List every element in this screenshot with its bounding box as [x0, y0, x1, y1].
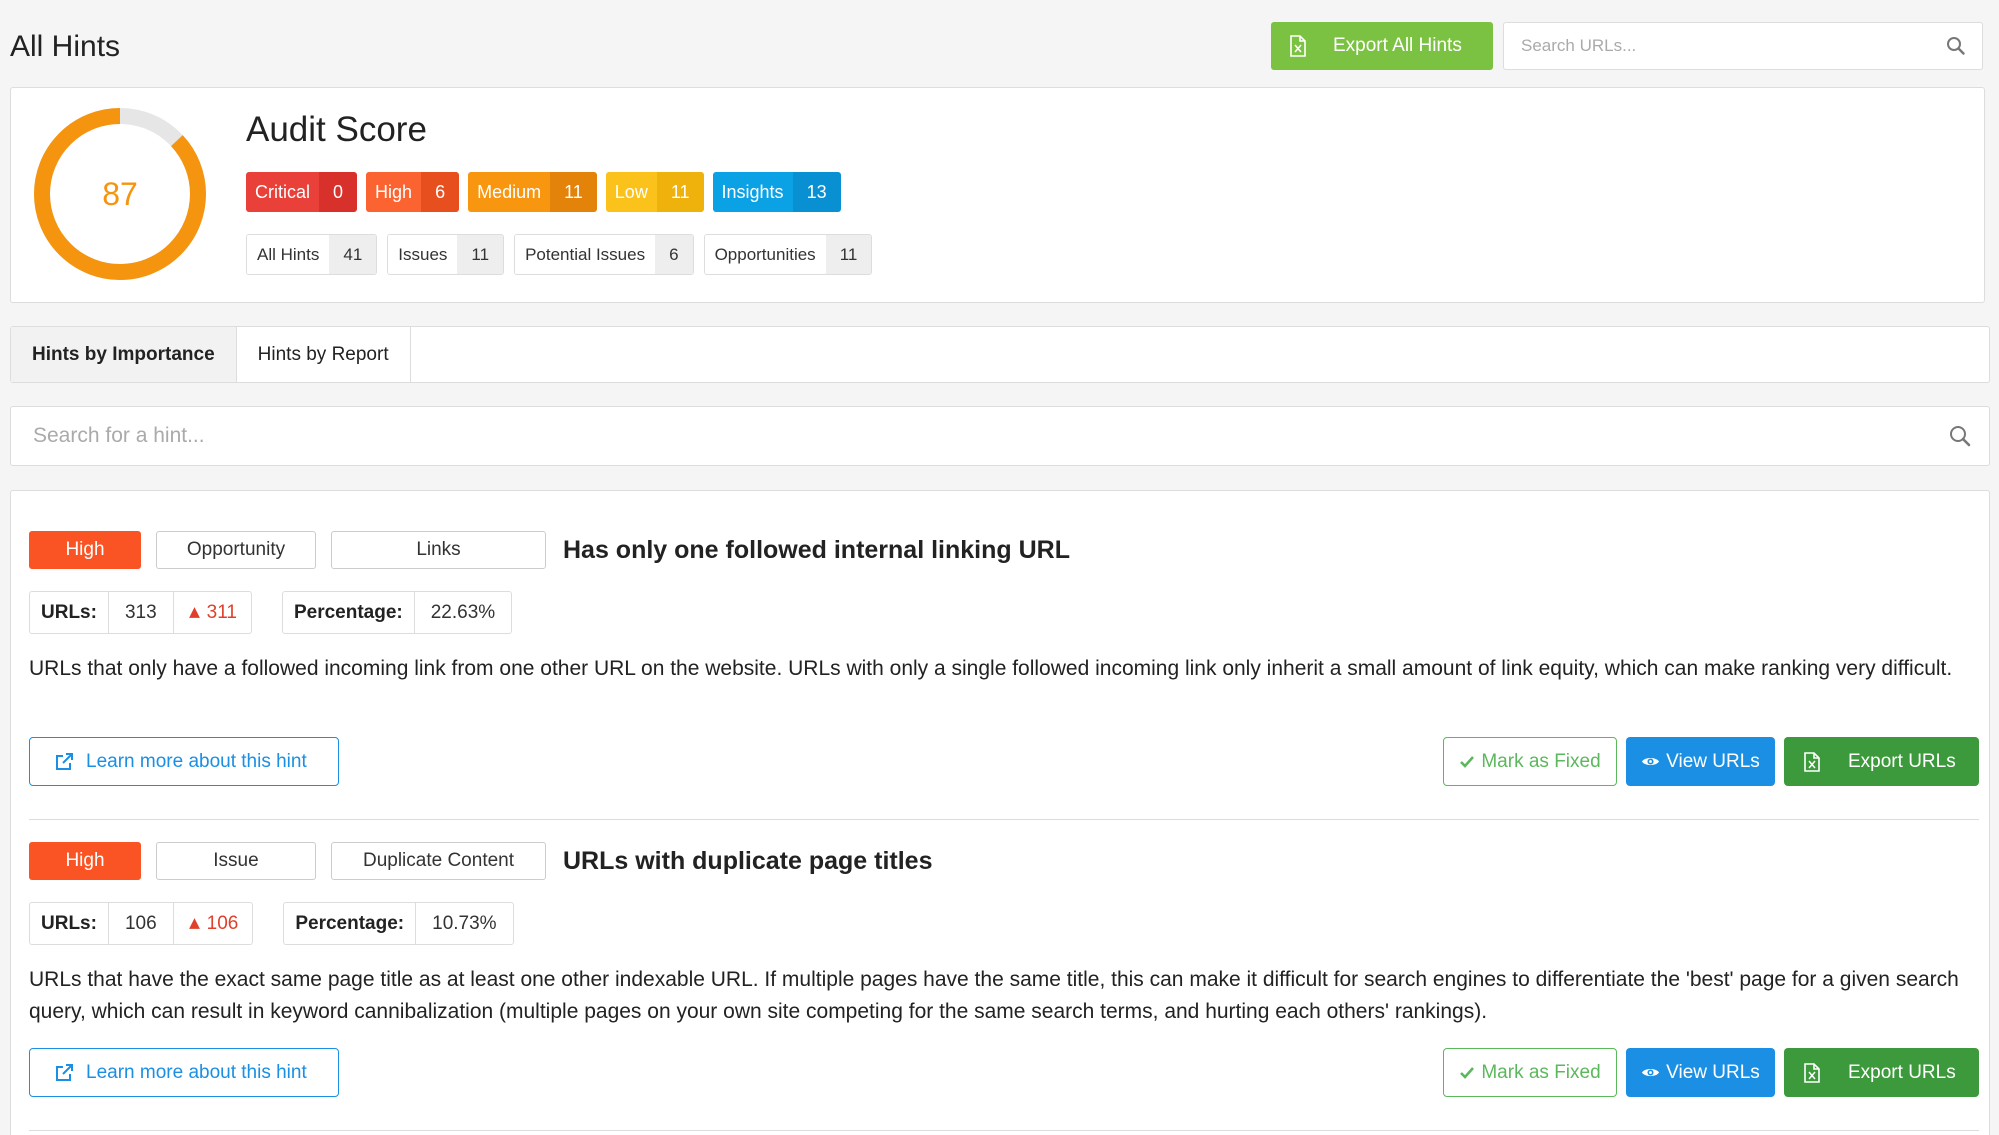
triangle-up-icon — [188, 607, 200, 618]
hint-description: URLs that only have a followed incoming … — [29, 657, 1953, 680]
filter-opportunities[interactable]: Opportunities 11 — [703, 234, 873, 275]
eye-icon — [1642, 757, 1660, 766]
hint-category-tag: Duplicate Content — [331, 842, 546, 880]
hint-actions: Mark as Fixed View URLs Export URLs — [1443, 737, 1979, 786]
hint-type-tag: Opportunity — [156, 531, 316, 569]
tab-hints-by-report[interactable]: Hints by Report — [237, 327, 411, 382]
view-urls-button[interactable]: View URLs — [1626, 737, 1775, 786]
hint-divider — [29, 819, 1979, 820]
hint-tabs: Hints by Importance Hints by Report — [10, 326, 1990, 383]
severity-medium-badge[interactable]: Medium 11 — [468, 172, 597, 212]
search-urls-input[interactable] — [1521, 36, 1946, 56]
urls-stat: URLs: 106 106 — [29, 902, 254, 945]
hints-list: High Opportunity Links Has only one foll… — [10, 490, 1990, 1135]
hint-divider — [29, 1130, 1979, 1131]
learn-more-button[interactable]: Learn more about this hint — [29, 1048, 339, 1097]
search-icon[interactable] — [1946, 36, 1966, 56]
hint-title: Has only one followed internal linking U… — [563, 535, 1070, 564]
priority-badge: High — [29, 842, 141, 880]
urls-count: 106 — [109, 903, 174, 944]
severity-filters: Critical 0 High 6 Medium 11 Low 11 Insights 1… — [246, 172, 841, 212]
audit-score-value: 87 — [102, 175, 138, 212]
mark-as-fixed-button[interactable]: Mark as Fixed — [1443, 737, 1617, 786]
external-link-icon — [56, 752, 73, 770]
priority-badge: High — [29, 531, 141, 569]
hint-description: URLs that have the exact same page title… — [29, 968, 1959, 1023]
search-urls-box — [1503, 22, 1983, 70]
audit-score-card: 87 Audit Score Critical 0 High 6 Medium 11 … — [10, 87, 1985, 303]
audit-score-gauge: 87 — [29, 103, 211, 285]
urls-stat: URLs: 313 311 — [29, 591, 252, 634]
percentage-stat: Percentage: 10.73% — [283, 902, 514, 945]
hint-category-tag: Links — [331, 531, 546, 569]
percentage-stat: Percentage: 22.63% — [281, 591, 513, 634]
urls-delta: 106 — [174, 903, 253, 944]
hint-type-filters: All Hints 41 Issues 11 Potential Issues 6 O… — [246, 234, 873, 275]
urls-label: URLs: — [30, 592, 109, 633]
page-title: All Hints — [10, 30, 121, 63]
percentage-label: Percentage: — [283, 592, 415, 633]
excel-file-icon — [1290, 35, 1306, 57]
filter-all-hints[interactable]: All Hints 41 — [246, 234, 378, 275]
excel-file-icon — [1804, 1062, 1820, 1083]
external-link-icon — [56, 1063, 73, 1081]
search-icon[interactable] — [1949, 425, 1971, 447]
view-urls-button[interactable]: View URLs — [1626, 1048, 1775, 1097]
excel-file-icon — [1804, 751, 1820, 772]
filter-issues[interactable]: Issues 11 — [387, 234, 505, 275]
urls-delta: 311 — [174, 592, 251, 633]
filter-potential-issues[interactable]: Potential Issues 6 — [514, 234, 694, 275]
urls-count: 313 — [109, 592, 174, 633]
percentage-value: 22.63% — [430, 601, 496, 623]
mark-as-fixed-button[interactable]: Mark as Fixed — [1443, 1048, 1617, 1097]
hint-type-tag: Issue — [156, 842, 316, 880]
triangle-up-icon — [188, 918, 200, 929]
export-urls-button[interactable]: Export URLs — [1784, 737, 1979, 786]
severity-insights-badge[interactable]: Insights 13 — [712, 172, 841, 212]
severity-high-badge[interactable]: High 6 — [366, 172, 460, 212]
hint-title: URLs with duplicate page titles — [563, 846, 933, 875]
export-all-hints-button[interactable]: Export All Hints — [1271, 22, 1493, 70]
percentage-value: 10.73% — [432, 912, 497, 934]
check-icon — [1460, 1066, 1475, 1079]
severity-low-badge[interactable]: Low 11 — [605, 172, 704, 212]
hint-search-input[interactable] — [33, 424, 1949, 448]
hint-search-box — [10, 406, 1990, 466]
export-urls-button[interactable]: Export URLs — [1784, 1048, 1979, 1097]
urls-label: URLs: — [30, 903, 109, 944]
percentage-label: Percentage: — [284, 903, 417, 944]
eye-icon — [1642, 1068, 1660, 1077]
hint-actions: Mark as Fixed View URLs Export URLs — [1443, 1048, 1979, 1097]
check-icon — [1460, 755, 1475, 768]
export-all-hints-label: Export All Hints — [1333, 35, 1462, 56]
audit-score-title: Audit Score — [246, 110, 427, 149]
severity-critical-badge[interactable]: Critical 0 — [246, 172, 358, 212]
learn-more-button[interactable]: Learn more about this hint — [29, 737, 339, 786]
tab-hints-by-importance[interactable]: Hints by Importance — [11, 327, 237, 382]
